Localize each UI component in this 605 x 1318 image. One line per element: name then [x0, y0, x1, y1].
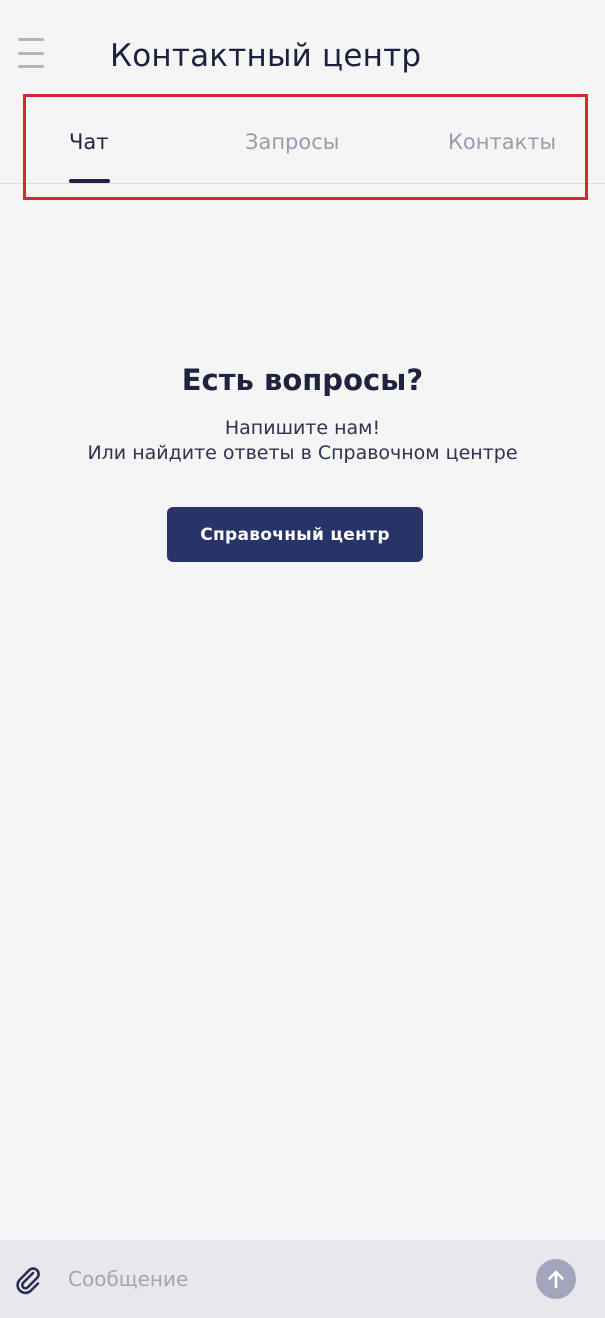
- contact-center-screen: Контактный центр Чат Запросы Контакты Ес…: [0, 0, 605, 1318]
- arrow-up-icon: [548, 1270, 564, 1289]
- page-title: Контактный центр: [110, 38, 422, 74]
- paperclip-icon[interactable]: [12, 1264, 44, 1296]
- send-button[interactable]: [536, 1259, 576, 1299]
- tabs-highlight-frame: [23, 94, 588, 200]
- empty-state: Есть вопросы? Напишите нам! Или найдите …: [0, 358, 605, 466]
- empty-state-subtitle: Напишите нам!: [224, 417, 381, 439]
- message-input[interactable]: [62, 1258, 502, 1300]
- help-center-button[interactable]: Справочный центр: [167, 507, 423, 562]
- empty-state-hint: Или найдите ответы в Справочном центре: [87, 442, 518, 464]
- empty-state-title: Есть вопросы?: [181, 363, 424, 397]
- hamburger-menu-icon[interactable]: [18, 38, 50, 68]
- message-composer: [0, 1240, 605, 1318]
